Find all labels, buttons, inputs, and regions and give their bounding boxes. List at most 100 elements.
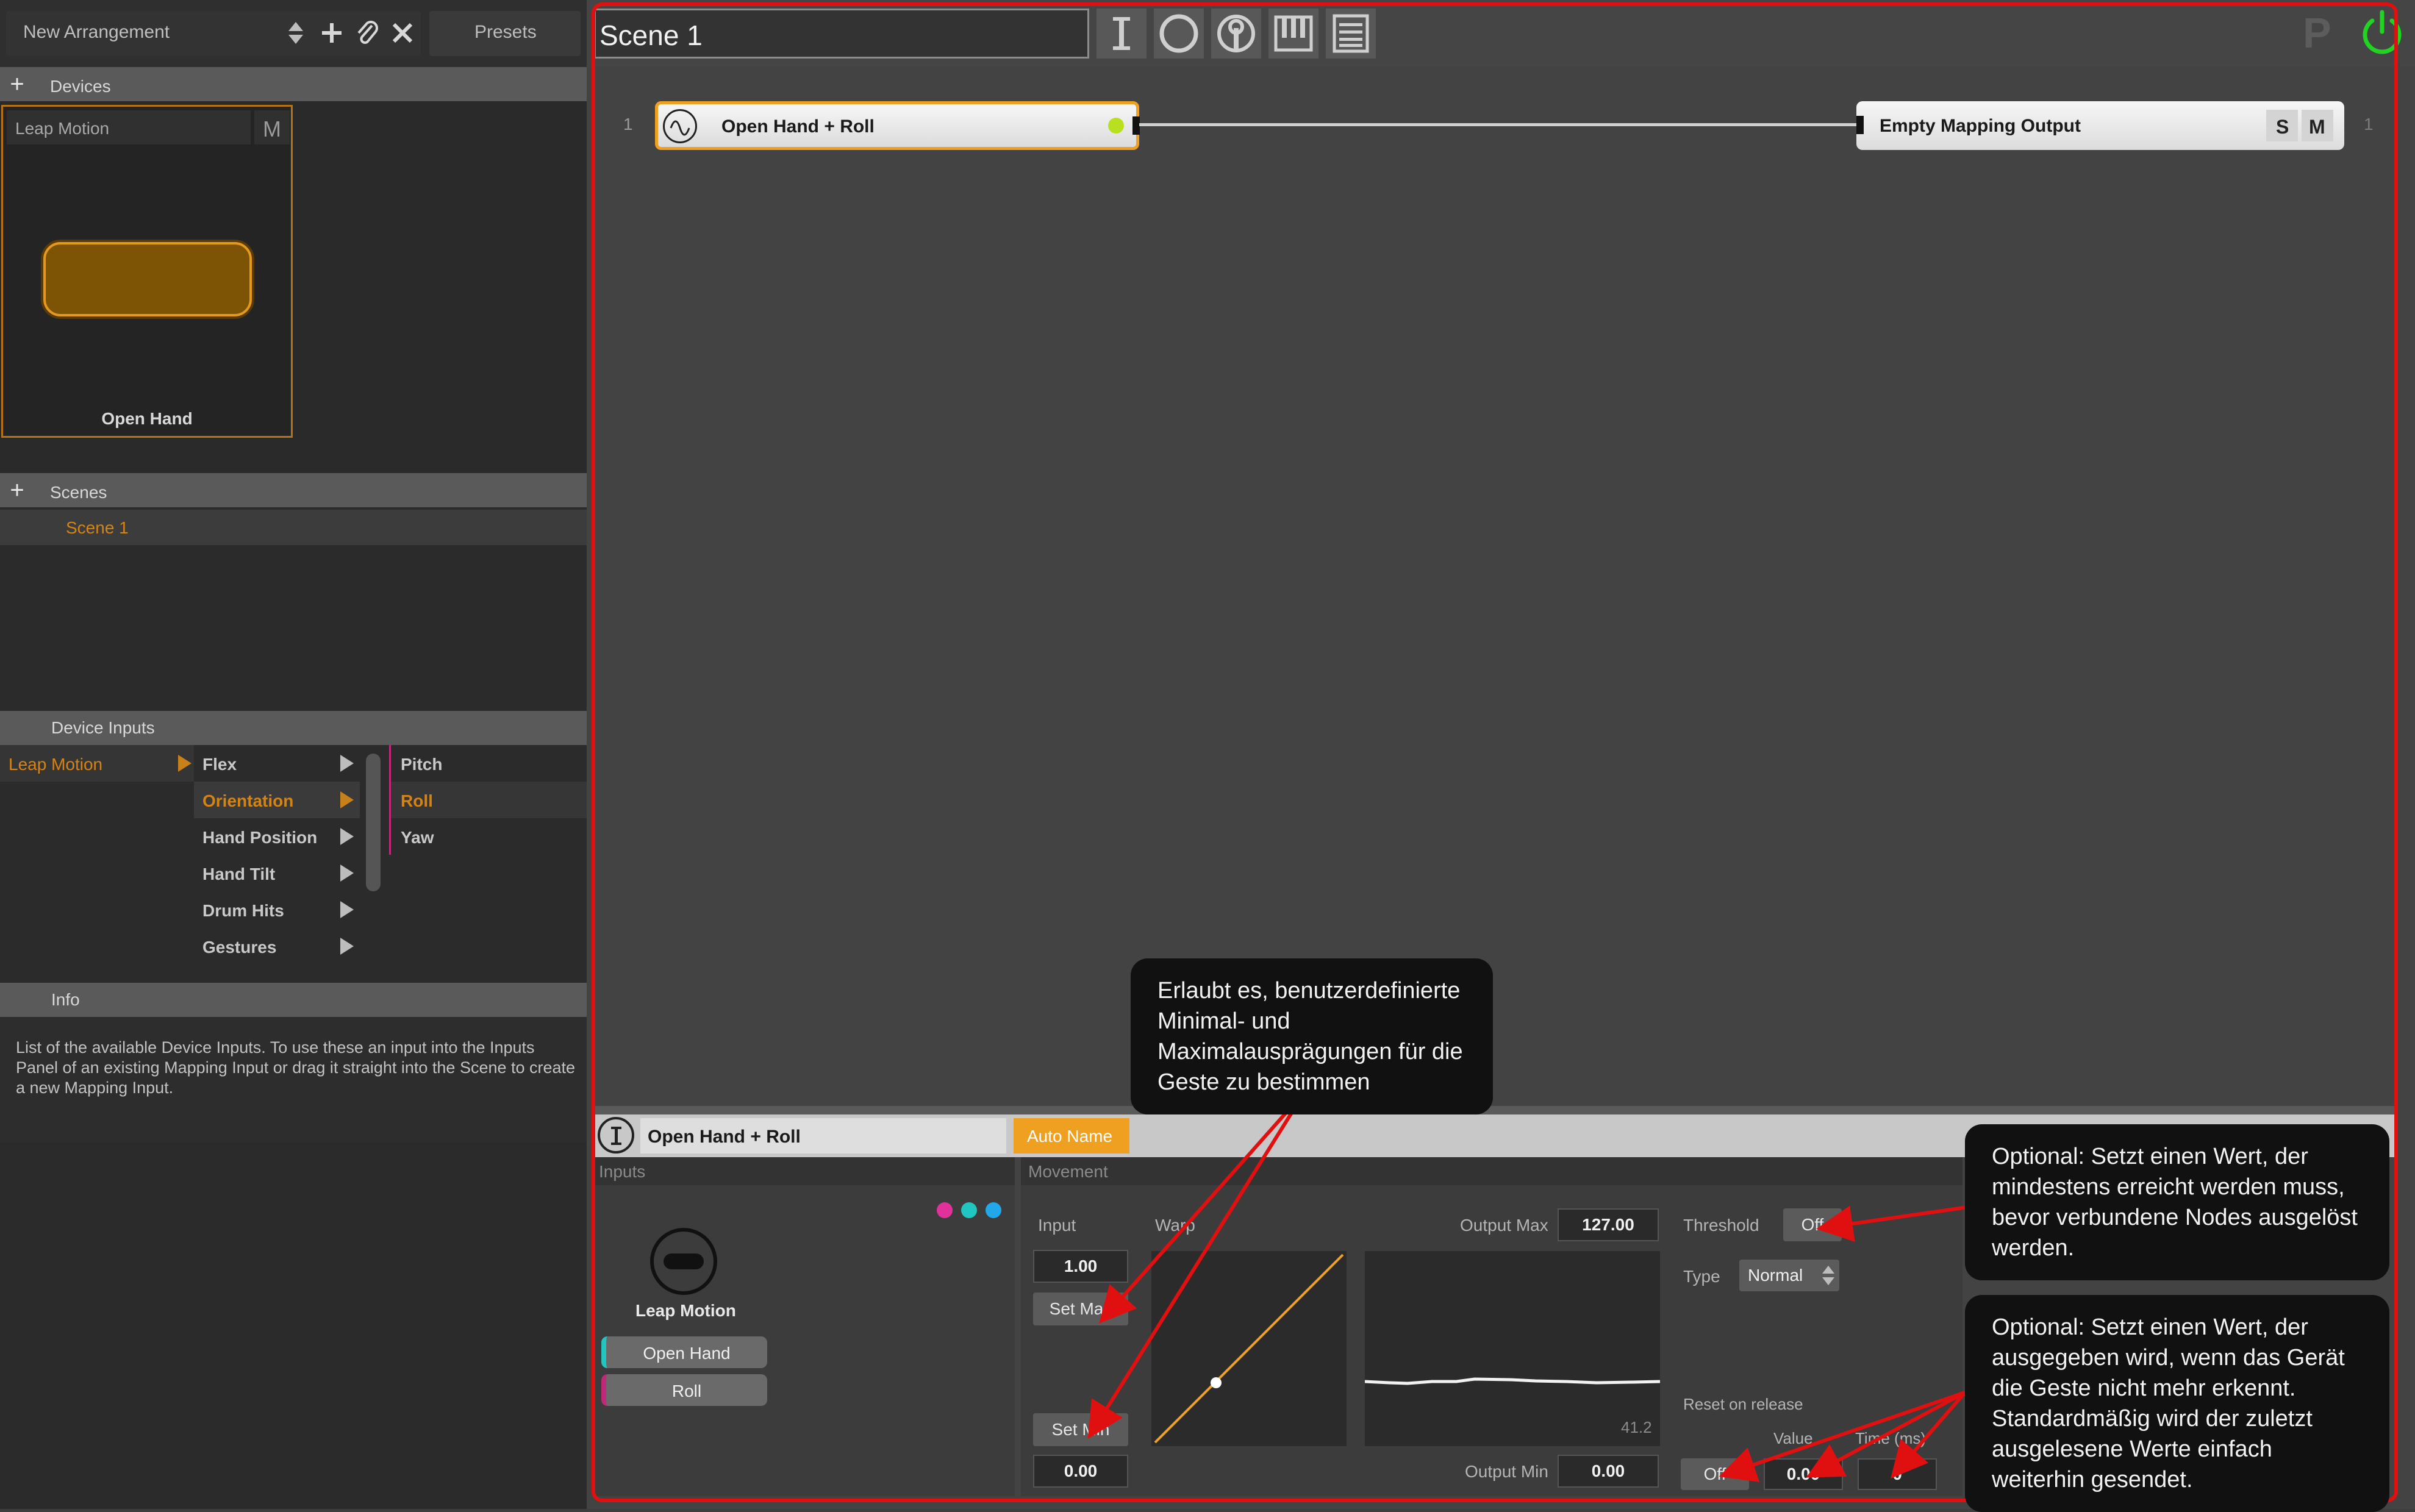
select-arrows-icon: [1822, 1266, 1834, 1285]
devices-header: + Devices: [0, 67, 587, 101]
mapping-name-field[interactable]: Open Hand + Roll: [640, 1118, 1006, 1154]
category-item-gestures[interactable]: Gestures: [194, 928, 360, 965]
solo-label: S: [2276, 116, 2289, 138]
row-number-left: 1: [623, 115, 633, 134]
sort-icon[interactable]: [287, 21, 305, 45]
device-inputs-browser: Leap Motion Flex Orientation Hand Positi…: [0, 745, 587, 974]
threshold-toggle[interactable]: Off: [1783, 1208, 1842, 1241]
category-label: Drum Hits: [202, 901, 284, 920]
device-input-item[interactable]: Leap Motion: [0, 745, 194, 782]
category-item-orientation[interactable]: Orientation: [194, 782, 360, 818]
input-tag-roll[interactable]: Roll: [601, 1374, 767, 1406]
mapping-output-node[interactable]: Empty Mapping Output S M: [1856, 101, 2344, 150]
warp-curve-editor[interactable]: [1151, 1251, 1347, 1446]
mapping-input-node[interactable]: Open Hand + Roll: [655, 101, 1140, 150]
input-icon: [1113, 17, 1130, 50]
source-dot-blue: [986, 1202, 1001, 1218]
input-max-field[interactable]: 1.00: [1033, 1250, 1128, 1283]
input-min-field[interactable]: 0.00: [1033, 1455, 1128, 1488]
inputs-header: Inputs: [594, 1157, 1015, 1185]
auto-name-button[interactable]: Auto Name: [1014, 1118, 1129, 1154]
warp-handle[interactable]: [1211, 1377, 1222, 1388]
row-number-right: 1: [2364, 115, 2374, 134]
output-max-field[interactable]: 127.00: [1558, 1208, 1659, 1241]
param-item-pitch[interactable]: Pitch: [391, 745, 587, 782]
reset-value-field[interactable]: 0.00: [1764, 1458, 1843, 1490]
canvas-divider[interactable]: [594, 1106, 2398, 1114]
add-device-icon[interactable]: +: [0, 67, 34, 101]
presets-label: Presets: [474, 22, 537, 42]
source-dot-magenta: [937, 1202, 953, 1218]
output-min-value: 0.00: [1591, 1461, 1625, 1480]
mapping-info-icon: [598, 1117, 634, 1154]
set-max-button[interactable]: Set Max: [1033, 1293, 1128, 1325]
connection-line[interactable]: [1139, 123, 1856, 126]
param-item-yaw[interactable]: Yaw: [391, 818, 587, 855]
expand-arrow-icon: [340, 865, 354, 882]
input-max-value: 1.00: [1064, 1257, 1098, 1275]
output-monitor-trace: [1364, 1377, 1661, 1385]
warp-curve: [1154, 1253, 1344, 1444]
category-item-flex[interactable]: Flex: [194, 745, 360, 782]
scenes-header: + Scenes: [0, 473, 587, 507]
type-value: Normal: [1748, 1266, 1803, 1285]
close-icon[interactable]: [390, 21, 415, 45]
output-min-label: Output Min: [1465, 1462, 1548, 1481]
input-tag-label: Roll: [671, 1382, 702, 1400]
output-mute-label: M: [2309, 116, 2325, 138]
device-card-header: Leap Motion: [7, 110, 251, 144]
expand-arrow-icon: [178, 755, 191, 772]
attach-icon[interactable]: [355, 20, 379, 46]
scene-name: Scene 1: [599, 20, 703, 51]
input-tool-button[interactable]: [1097, 9, 1147, 59]
device-card[interactable]: Leap Motion M Open Hand: [1, 105, 293, 438]
scene-toolbar: Scene 1 P: [587, 0, 2415, 67]
expand-arrow-icon: [340, 755, 354, 772]
param-item-roll[interactable]: Roll: [391, 782, 587, 818]
set-min-button[interactable]: Set Min: [1033, 1413, 1128, 1446]
category-label: Hand Tilt: [202, 865, 276, 883]
scene-list-item[interactable]: Scene 1: [0, 510, 587, 545]
param-label: Roll: [401, 791, 433, 810]
arrangement-name-field[interactable]: New Arrangement: [6, 11, 421, 56]
output-min-field[interactable]: 0.00: [1558, 1455, 1659, 1488]
category-item-hand-position[interactable]: Hand Position: [194, 818, 360, 855]
set-min-label: Set Min: [1051, 1420, 1110, 1439]
output-monitor: 41.2: [1364, 1251, 1661, 1446]
device-name: Leap Motion: [15, 119, 110, 138]
reset-time-field[interactable]: 0: [1858, 1458, 1937, 1490]
output-mute-button[interactable]: M: [2302, 110, 2333, 141]
set-max-label: Set Max: [1049, 1299, 1112, 1318]
presets-button[interactable]: Presets: [429, 11, 581, 56]
device-inputs-header: Device Inputs: [0, 711, 587, 745]
solo-button[interactable]: S: [2266, 110, 2298, 141]
callout-reset-text: Optional: Setzt einen Wert, der ausgegeb…: [1992, 1314, 2345, 1492]
threshold-value: Off: [1801, 1215, 1824, 1234]
power-button[interactable]: [2358, 9, 2406, 57]
reset-toggle[interactable]: Off: [1681, 1458, 1749, 1490]
scenes-title: Scenes: [50, 483, 107, 502]
arrangement-bar: New Arrangement Presets: [0, 0, 587, 67]
pedal-tool-button[interactable]: [1211, 9, 1261, 59]
category-item-drum-hits[interactable]: Drum Hits: [194, 891, 360, 928]
device-mute-button[interactable]: M: [254, 110, 290, 144]
input-node-label: Open Hand + Roll: [721, 116, 875, 137]
list-tool-button[interactable]: [1326, 9, 1376, 59]
add-scene-icon[interactable]: +: [0, 473, 34, 507]
piano-tool-button[interactable]: [1268, 9, 1318, 59]
add-icon[interactable]: [320, 21, 344, 45]
scene-name-field[interactable]: Scene 1: [594, 9, 1089, 59]
auto-name-label: Auto Name: [1027, 1127, 1113, 1146]
callout-min-max: Erlaubt es, benutzerdefinierte Minimal- …: [1131, 958, 1493, 1114]
circle-tool-button[interactable]: [1154, 9, 1204, 59]
devices-title: Devices: [50, 77, 111, 96]
input-device-label: Leap Motion: [635, 1301, 736, 1320]
device-mute-label: M: [263, 116, 281, 141]
input-tag-open-hand[interactable]: Open Hand: [601, 1336, 767, 1368]
category-item-hand-tilt[interactable]: Hand Tilt: [194, 855, 360, 891]
input-min-value: 0.00: [1064, 1461, 1098, 1480]
node-input-port[interactable]: [1856, 116, 1864, 134]
type-select[interactable]: Normal: [1739, 1260, 1839, 1291]
gesture-label: Open Hand: [101, 409, 193, 428]
category-scrollbar[interactable]: [366, 754, 381, 891]
